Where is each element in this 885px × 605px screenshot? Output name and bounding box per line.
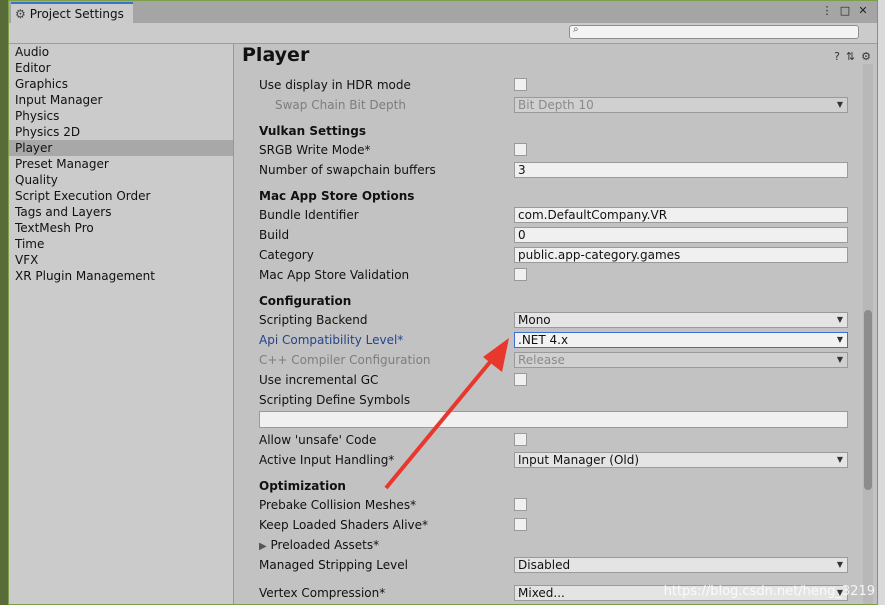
annotation-arrow [384, 338, 509, 490]
annotation-arrow-shaft [384, 354, 497, 490]
watermark: https://blog.csdn.net/heng_3219 [663, 584, 875, 599]
